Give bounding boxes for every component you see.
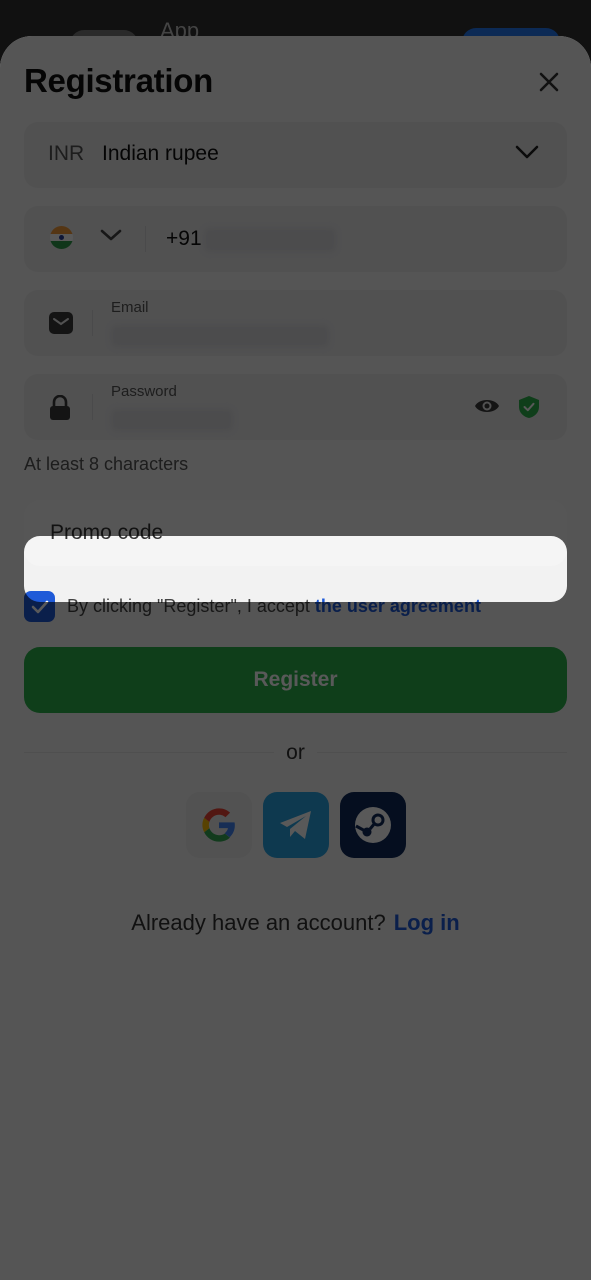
chevron-down-icon (515, 145, 539, 159)
phone-number-input[interactable] (204, 228, 336, 252)
currency-code: INR (48, 142, 85, 165)
password-value (111, 409, 233, 431)
eye-icon[interactable] (474, 396, 500, 416)
password-divider (92, 394, 93, 420)
telegram-icon (280, 811, 311, 839)
country-chevron-icon[interactable] (100, 228, 122, 242)
close-icon (539, 72, 559, 92)
page-title: Registration (24, 62, 213, 99)
india-flag-icon (50, 226, 73, 249)
shield-check-icon (519, 396, 539, 418)
login-link[interactable]: Log in (394, 910, 460, 935)
email-divider (92, 310, 93, 336)
steam-login-button[interactable] (340, 792, 406, 858)
email-value (111, 325, 329, 347)
telegram-login-button[interactable] (263, 792, 329, 858)
phone-field: +91 (24, 206, 567, 272)
steam-icon (355, 807, 391, 843)
checkmark-icon (31, 600, 48, 613)
register-button[interactable]: Register (24, 647, 567, 713)
close-button[interactable] (530, 63, 568, 101)
password-label: Password (111, 383, 177, 400)
google-icon (202, 808, 235, 842)
registration-sheet: Registration INR Indian rupee +91 Email (0, 36, 591, 1280)
google-login-button[interactable] (186, 792, 252, 858)
lock-icon (50, 395, 70, 420)
currency-select[interactable]: INR Indian rupee (24, 122, 567, 188)
email-field[interactable]: Email (24, 290, 567, 356)
phone-prefix: +91 (166, 227, 202, 250)
or-divider: or (0, 741, 591, 765)
promo-code-input[interactable] (24, 500, 567, 566)
password-hint: At least 8 characters (24, 454, 189, 474)
login-prompt-text: Already have an account? (131, 910, 386, 935)
email-label: Email (111, 299, 149, 316)
envelope-icon (49, 312, 73, 334)
agreement-label: By clicking "Register", I accept (67, 596, 315, 616)
phone-divider (145, 226, 146, 252)
user-agreement-link[interactable]: the user agreement (315, 596, 481, 616)
login-prompt: Already have an account? Log in (0, 910, 591, 936)
password-field[interactable]: Password (24, 374, 567, 440)
agreement-text: By clicking "Register", I accept the use… (67, 596, 481, 617)
currency-name: Indian rupee (102, 142, 219, 165)
or-text: or (274, 741, 317, 764)
agreement-checkbox[interactable] (24, 591, 55, 622)
